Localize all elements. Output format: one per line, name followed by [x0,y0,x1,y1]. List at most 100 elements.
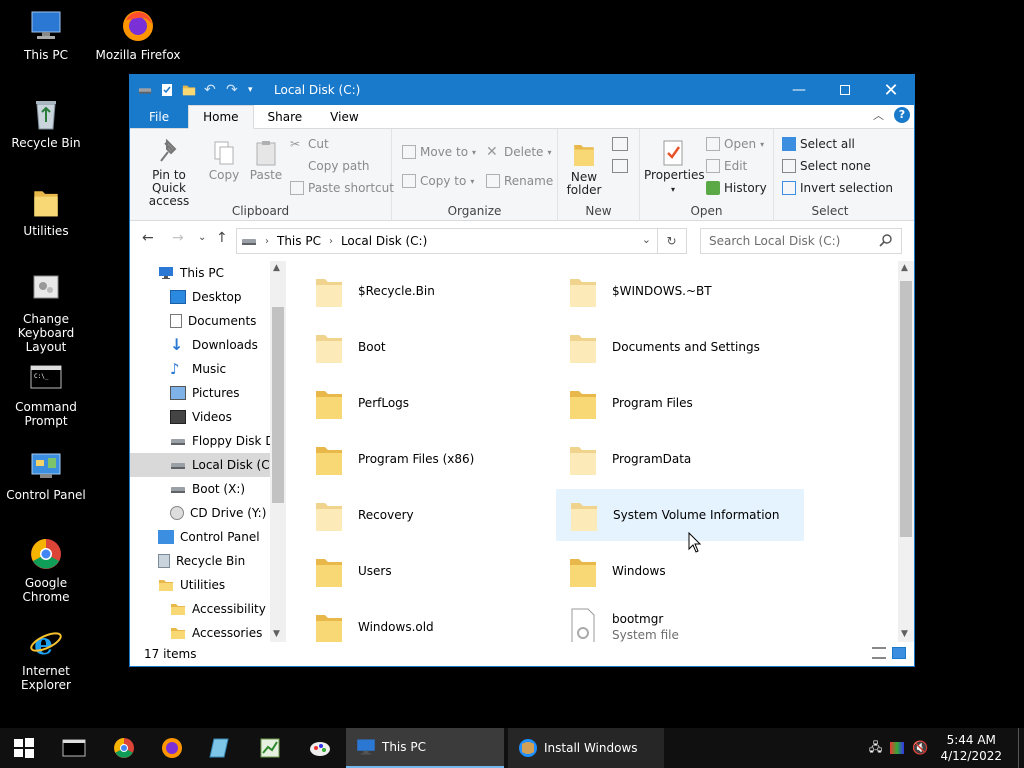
select-none-button[interactable]: Select none [782,159,871,173]
list-item[interactable]: bootmgr System file [556,601,804,643]
history-button[interactable]: History [706,181,767,195]
title-bar[interactable]: ↶ ↷ ▾ Local Disk (C:) — ✕ [130,75,914,105]
nav-item-utilities[interactable]: Utilities [130,573,270,597]
large-icons-view-icon[interactable] [892,647,906,659]
address-dropdown-icon[interactable]: ⌄ [642,233,651,246]
nav-item-documents[interactable]: Documents [130,309,270,333]
minimize-button[interactable]: — [776,75,822,105]
scroll-down-icon[interactable]: ▼ [901,629,908,639]
open-button[interactable]: Open ▾ [706,137,764,151]
scroll-down-icon[interactable]: ▼ [273,629,280,639]
desktop-icon-recycle-bin[interactable]: Recycle Bin [0,96,92,150]
paint-icon[interactable] [308,736,332,760]
list-item[interactable]: Recovery [302,489,550,541]
nav-item-floppy[interactable]: Floppy Disk Dri [130,429,283,453]
desktop-icon-control-panel[interactable]: Control Panel [0,448,92,502]
breadcrumb-local-disk[interactable]: Local Disk (C:) [341,234,427,248]
copy-button[interactable]: Copy [204,139,244,182]
list-item[interactable]: Program Files (x86) [302,433,550,485]
nav-item-cd-drive[interactable]: CD Drive (Y:) D [130,501,279,525]
nav-item-accessories[interactable]: Accessories [130,621,270,643]
redo-icon[interactable]: ↷ [226,83,240,97]
move-to-button[interactable]: Move to ▾ [402,145,476,159]
command-prompt-icon[interactable] [62,736,86,760]
list-item[interactable]: Windows.old [302,601,550,643]
copy-to-button[interactable]: Copy to ▾ [402,174,474,188]
help-icon[interactable]: ? [894,107,910,123]
tab-view[interactable]: View [316,105,372,128]
nav-item-this-pc[interactable]: This PC [130,261,270,285]
content-scroll-thumb[interactable] [900,281,912,537]
nav-item-accessibility[interactable]: Accessibility [130,597,270,621]
cut-button[interactable]: ✂ Cut [290,137,329,151]
task-manager-icon[interactable] [258,736,282,760]
list-item[interactable]: Users [302,545,550,597]
select-all-button[interactable]: Select all [782,137,855,151]
recent-locations-button[interactable]: ⌄ [198,232,206,243]
list-item[interactable]: $Recycle.Bin [302,265,550,317]
firefox-icon[interactable] [160,736,184,760]
new-folder-button[interactable]: New folder [562,139,606,197]
tab-home[interactable]: Home [188,105,254,129]
nav-scrollbar[interactable]: ▲ ▼ [270,261,286,643]
nav-item-videos[interactable]: Videos [130,405,270,429]
list-item[interactable]: Documents and Settings [556,321,804,373]
desktop-icon-keyboard-layout[interactable]: Change Keyboard Layout [0,272,92,354]
desktop-icon-command-prompt[interactable]: C:\_ Command Prompt [0,360,92,428]
nav-item-local-disk[interactable]: Local Disk (C:) [130,453,278,477]
list-item[interactable]: PerfLogs [302,377,550,429]
paste-button[interactable]: Paste [246,139,286,182]
edit-button[interactable]: Edit [706,159,747,173]
back-button[interactable]: ← [142,230,154,246]
breadcrumb-this-pc[interactable]: This PC [277,234,321,248]
search-input[interactable]: Search Local Disk (C:) [700,228,902,254]
easy-access-icon[interactable] [612,159,628,173]
new-folder-icon[interactable] [182,83,196,97]
collapse-ribbon-icon[interactable]: ︿ [873,107,884,123]
maximize-button[interactable] [822,75,868,105]
start-icon[interactable] [12,736,36,760]
nav-item-control-panel[interactable]: Control Panel [130,525,270,549]
desktop-icon-this-pc[interactable]: This PC [0,8,92,62]
refresh-button[interactable]: ↻ [657,228,687,254]
desktop-icon-utilities[interactable]: Utilities [0,184,92,238]
desktop-icon-firefox[interactable]: Mozilla Firefox [92,8,184,62]
taskbar-app-install-windows[interactable]: Install Windows [508,728,664,768]
chrome-icon[interactable] [112,736,136,760]
new-item-icon[interactable] [612,137,628,151]
list-item[interactable]: Program Files [556,377,804,429]
scroll-up-icon[interactable]: ▲ [273,263,280,273]
properties-icon[interactable] [160,83,174,97]
volume-muted-icon[interactable]: 🔇 [912,741,928,756]
nav-item-downloads[interactable]: ↓ Downloads [130,333,270,357]
nav-item-pictures[interactable]: Pictures [130,381,270,405]
close-button[interactable]: ✕ [868,75,914,105]
rename-button[interactable]: Rename [486,174,553,188]
delete-button[interactable]: ✕ Delete ▾ [486,145,551,159]
copy-path-button[interactable]: Copy path [290,159,370,173]
list-item[interactable]: Boot [302,321,550,373]
desktop-icon-chrome[interactable]: Google Chrome [0,536,92,604]
nav-item-recycle-bin[interactable]: Recycle Bin [130,549,270,573]
nav-item-music[interactable]: ♪ Music [130,357,270,381]
show-desktop-button[interactable] [1018,728,1024,768]
scroll-up-icon[interactable]: ▲ [901,263,908,273]
forward-button[interactable]: → [172,230,184,246]
notepad-icon[interactable] [208,736,232,760]
clock[interactable]: 5:44 AM 4/12/2022 [940,732,1002,764]
network-icon[interactable]: 🖧 [869,738,882,759]
pin-quick-access-button[interactable]: Pin to Quick access [136,139,202,208]
list-item[interactable]: $WINDOWS.~BT [556,265,804,317]
nav-item-desktop[interactable]: Desktop [130,285,270,309]
tab-file[interactable]: File [130,105,189,128]
list-item[interactable]: Windows [556,545,804,597]
nav-item-boot[interactable]: Boot (X:) [130,477,270,501]
customize-dropdown-icon[interactable]: ▾ [248,83,262,97]
list-item-selected[interactable]: System Volume Information [556,489,804,541]
properties-button[interactable]: Properties ▾ [644,139,705,196]
nav-scroll-thumb[interactable] [272,307,284,503]
up-button[interactable]: ↑ [216,230,228,246]
tab-share[interactable]: Share [254,105,317,128]
content-scrollbar[interactable]: ▲ ▼ [898,261,914,643]
paste-shortcut-button[interactable]: Paste shortcut [290,181,394,195]
